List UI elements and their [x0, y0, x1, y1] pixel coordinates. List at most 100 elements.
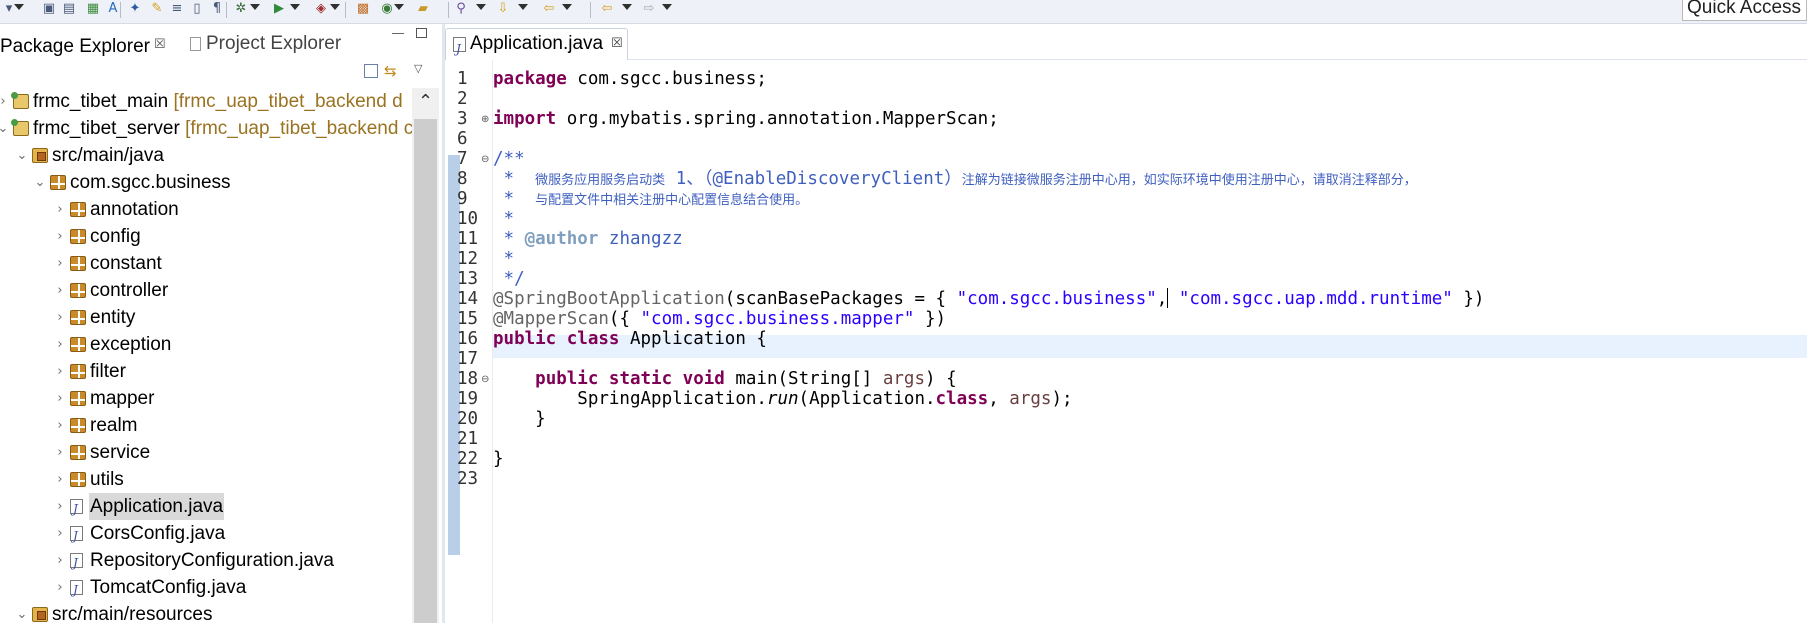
next-annotation-icon[interactable]: ⇩ — [494, 1, 512, 17]
chevron-right-icon[interactable]: › — [54, 223, 66, 250]
dropdown-arrow-icon[interactable] — [14, 4, 24, 10]
dropdown-arrow-icon[interactable] — [562, 4, 572, 10]
dropdown-arrow-icon[interactable] — [518, 4, 528, 10]
save-all-icon[interactable]: ▤ — [60, 1, 78, 17]
new-class-icon[interactable]: ▩ — [354, 1, 372, 17]
forward-icon[interactable]: ⇨ — [640, 1, 658, 17]
collapse-all-icon[interactable] — [364, 64, 378, 78]
tree-item-label: frmc_tibet_server [frmc_uap_tibet_backen… — [32, 115, 412, 142]
tab-application-java[interactable]: Application.java ☒ — [445, 28, 628, 64]
chevron-right-icon[interactable]: › — [54, 277, 66, 304]
tree-item[interactable]: › annotation — [0, 196, 412, 223]
tab-project-explorer[interactable]: Project Explorer — [190, 31, 370, 59]
tree-item[interactable]: ⌄ com.sgcc.business — [0, 169, 412, 196]
chevron-down-icon[interactable]: ⌄ — [16, 601, 28, 623]
tree-item[interactable]: › constant — [0, 250, 412, 277]
pin-icon[interactable]: ✦ — [126, 1, 144, 17]
previous-annotation-icon[interactable]: ⇦ — [540, 1, 558, 17]
java-icon — [70, 523, 83, 550]
repository-decoration: [frmc_uap_tibet_backend c — [185, 118, 412, 139]
tree-item[interactable]: › filter — [0, 358, 412, 385]
format-icon[interactable]: ≡ — [168, 1, 186, 17]
tab-package-explorer[interactable]: Package Explorer ☒ — [0, 31, 185, 59]
code-area[interactable]: 1 package com.sgcc.business; 2 3 ⊕ import org… — [445, 68, 1807, 623]
maximize-button[interactable] — [416, 28, 427, 38]
chevron-right-icon[interactable]: › — [54, 358, 66, 385]
minimize-button[interactable]: ― — [392, 26, 404, 40]
chevron-down-icon[interactable]: ⌄ — [0, 115, 9, 142]
java-icon — [70, 550, 83, 577]
dropdown-arrow-icon[interactable] — [394, 4, 404, 10]
dropdown-arrow-icon[interactable] — [250, 4, 260, 10]
tree-item-label: constant — [89, 250, 163, 277]
chevron-right-icon[interactable]: › — [54, 466, 66, 493]
dropdown-arrow-icon[interactable] — [330, 4, 340, 10]
tree-item[interactable]: › config — [0, 223, 412, 250]
chevron-right-icon[interactable]: › — [54, 493, 66, 520]
close-icon[interactable]: ☒ — [154, 36, 166, 51]
tree-item-label: src/main/java — [51, 142, 165, 169]
tree-item[interactable]: › realm — [0, 412, 412, 439]
tree-item[interactable]: › entity — [0, 304, 412, 331]
tree-item-label: utils — [89, 466, 125, 493]
tree-item[interactable]: › RepositoryConfiguration.java — [0, 547, 412, 577]
back-icon[interactable]: ⇦ — [598, 1, 616, 17]
tree-item[interactable]: › utils — [0, 466, 412, 493]
close-icon[interactable]: ☒ — [611, 29, 623, 59]
chevron-right-icon[interactable]: › — [54, 250, 66, 277]
scroll-up-arrow-icon[interactable]: ⌃ — [412, 88, 439, 115]
dropdown-arrow-icon[interactable] — [476, 4, 486, 10]
tree-item[interactable]: › Application.java — [0, 493, 412, 523]
dropdown-arrow-icon[interactable] — [290, 4, 300, 10]
chevron-right-icon[interactable]: › — [54, 331, 66, 358]
paragraph-icon[interactable]: ¶ — [208, 1, 226, 17]
chevron-right-icon[interactable]: › — [54, 547, 66, 574]
tree-item[interactable]: › controller — [0, 277, 412, 304]
tree-item[interactable]: ⌄ src/main/java — [0, 142, 412, 169]
java-icon — [70, 577, 83, 604]
main-toolbar: ▾ ▣ ▤ ▦ A ✦ ✎ ≡ ▯ ¶ ✲ ▶ ◈ ▩ ◉ ▰ ⚲ ⇩ ⇦ ⇦ ⇨ Quick Access — [0, 0, 1807, 24]
new-chart-icon[interactable]: ▦ — [84, 1, 102, 17]
search-icon[interactable]: ⚲ — [452, 1, 470, 17]
debug-icon[interactable]: ✲ — [232, 1, 250, 17]
tree-item[interactable]: › service — [0, 439, 412, 466]
code-line[interactable]: 23 — [445, 468, 1807, 491]
scrollbar-thumb[interactable] — [414, 119, 437, 623]
chevron-right-icon[interactable]: › — [54, 196, 66, 223]
chevron-down-icon[interactable]: ⌄ — [16, 142, 28, 169]
chevron-right-icon[interactable]: › — [54, 439, 66, 466]
open-folder-icon[interactable]: ▰ — [414, 1, 432, 17]
quick-access-field[interactable]: Quick Access — [1682, 0, 1807, 21]
toggle-mark-icon[interactable]: ✎ — [148, 1, 166, 17]
tree-item-label: config — [89, 223, 142, 250]
link-with-editor-icon[interactable]: ⇆ — [384, 62, 397, 80]
java-icon — [70, 496, 83, 523]
view-menu-icon[interactable]: ▽ — [414, 62, 422, 75]
package-icon — [70, 364, 86, 379]
run-icon[interactable]: ▶ — [270, 1, 288, 17]
tree-item[interactable]: › CorsConfig.java — [0, 520, 412, 550]
package-icon — [50, 175, 66, 190]
chevron-right-icon[interactable]: › — [54, 520, 66, 547]
dropdown-arrow-icon[interactable] — [662, 4, 672, 10]
tree-item[interactable]: › mapper — [0, 385, 412, 412]
tree-item[interactable]: ⌄ src/main/resources — [0, 601, 412, 623]
save-icon[interactable]: ▣ — [40, 1, 58, 17]
tree-item-label: exception — [89, 331, 172, 358]
chevron-down-icon[interactable]: ⌄ — [34, 169, 46, 196]
tree-item[interactable]: ⌄ frmc_tibet_server [frmc_uap_tibet_backe… — [0, 115, 412, 142]
task-icon[interactable]: ▯ — [188, 1, 206, 17]
tree-item-label: realm — [89, 412, 139, 439]
dropdown-arrow-icon[interactable] — [622, 4, 632, 10]
chevron-right-icon[interactable]: › — [54, 412, 66, 439]
vertical-scrollbar[interactable]: ⌃ — [412, 88, 439, 623]
tree-item[interactable]: › frmc_tibet_main [frmc_uap_tibet_backend… — [0, 88, 412, 115]
chevron-right-icon[interactable]: › — [0, 88, 9, 115]
tree-item[interactable]: › TomcatConfig.java — [0, 574, 412, 604]
tree-item-text: realm — [90, 415, 138, 436]
chevron-right-icon[interactable]: › — [54, 574, 66, 601]
chevron-right-icon[interactable]: › — [54, 304, 66, 331]
chevron-right-icon[interactable]: › — [54, 385, 66, 412]
tree-item[interactable]: › exception — [0, 331, 412, 358]
coverage-icon[interactable]: ◈ — [312, 1, 330, 17]
